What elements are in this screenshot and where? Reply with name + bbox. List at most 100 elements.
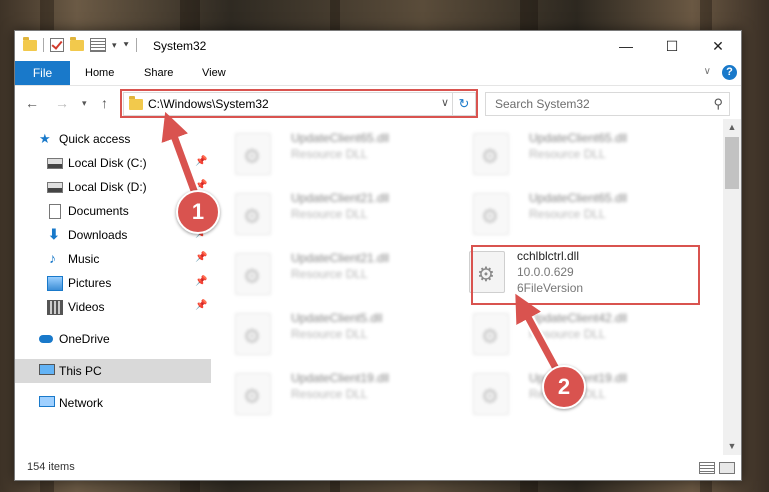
toolbar-divider — [135, 38, 137, 52]
dll-file-icon: ⚙ — [235, 253, 271, 295]
forward-arrow-icon[interactable]: → — [55, 95, 69, 111]
pin-icon[interactable]: 📌 — [195, 252, 207, 263]
sidebar-item-music[interactable]: ♪ Music 📌 — [15, 247, 211, 271]
tab-share[interactable]: Share — [144, 61, 173, 85]
file-name: UpdateClient65.dll — [291, 131, 390, 145]
file-item[interactable]: ⚙ UpdateClient5.dll Resource DLL — [219, 307, 439, 361]
sidebar-item-label: Local Disk (C:) — [68, 156, 147, 170]
disk-icon — [47, 182, 63, 193]
toolbar-divider — [43, 38, 44, 52]
search-box[interactable]: Search System32 ⚲ — [485, 92, 730, 116]
cloud-icon — [39, 335, 53, 343]
scroll-down-icon[interactable]: ▼ — [723, 438, 741, 455]
close-icon: ✕ — [712, 38, 724, 54]
vertical-scrollbar[interactable]: ▲ ▼ — [723, 119, 741, 455]
file-item[interactable]: ⚙ UpdateClient19.dll Resource DLL — [219, 367, 439, 421]
picture-icon — [47, 276, 63, 291]
maximize-icon: ☐ — [665, 38, 679, 54]
new-folder-icon[interactable] — [70, 36, 84, 51]
file-description: Resource DLL — [291, 147, 368, 161]
tab-home[interactable]: Home — [85, 61, 114, 85]
close-button[interactable]: ✕ — [695, 31, 741, 61]
file-name: UpdateClient21.dll — [291, 251, 390, 265]
details-view-icon[interactable] — [699, 462, 715, 474]
download-icon: ⬇ — [48, 226, 60, 242]
gear-icon: ⚙ — [243, 326, 261, 348]
customize-toolbar-icon[interactable]: ⯆ — [123, 40, 130, 51]
file-description: Resource DLL — [291, 267, 368, 281]
up-arrow-icon[interactable]: ↑ — [101, 95, 108, 111]
tab-file[interactable]: File — [15, 61, 70, 85]
sidebar-item-onedrive[interactable]: OneDrive — [15, 327, 211, 351]
sidebar-item-network[interactable]: Network — [15, 391, 211, 415]
folder-icon — [23, 36, 37, 51]
dll-file-icon: ⚙ — [473, 193, 509, 235]
sidebar-item-videos[interactable]: Videos 📌 — [15, 295, 211, 319]
ribbon-tabs: File Home Share View ∨ ? — [15, 61, 741, 86]
dll-file-icon: ⚙ — [473, 133, 509, 175]
gear-icon: ⚙ — [243, 146, 261, 168]
gear-icon: ⚙ — [243, 266, 261, 288]
music-icon: ♪ — [49, 250, 56, 266]
sidebar-item-this-pc[interactable]: This PC — [15, 359, 211, 383]
scroll-up-icon[interactable]: ▲ — [723, 119, 741, 136]
maximize-button[interactable]: ☐ — [649, 31, 695, 61]
chevron-down-icon[interactable]: ▾ — [112, 40, 117, 51]
dll-file-icon: ⚙ — [235, 193, 271, 235]
sidebar-item-pictures[interactable]: Pictures 📌 — [15, 271, 211, 295]
properties-icon[interactable] — [90, 38, 106, 52]
dll-file-icon: ⚙ — [473, 313, 509, 355]
network-icon — [39, 396, 55, 407]
recent-locations-icon[interactable]: ▾ — [82, 98, 87, 109]
pin-icon[interactable]: 📌 — [195, 276, 207, 287]
document-icon — [49, 204, 61, 219]
tab-view[interactable]: View — [202, 61, 226, 85]
file-name: UpdateClient21.dll — [291, 191, 390, 205]
file-description: Resource DLL — [529, 207, 606, 221]
file-description: Resource DLL — [529, 147, 606, 161]
file-name: UpdateClient42.dll — [529, 311, 628, 325]
file-name: UpdateClient65.dll — [529, 191, 628, 205]
scrollbar-thumb[interactable] — [725, 137, 739, 189]
sidebar-item-quick-access[interactable]: ★ Quick access — [15, 127, 211, 151]
file-list: ⚙ UpdateClient65.dll Resource DLL ⚙ Upda… — [211, 119, 723, 455]
item-count: 154 items — [27, 461, 75, 473]
gear-icon: ⚙ — [481, 146, 499, 168]
file-item[interactable]: ⚙ UpdateClient21.dll Resource DLL — [219, 187, 439, 241]
callout-step-2: 2 — [542, 365, 586, 409]
computer-icon — [39, 364, 55, 375]
minimize-button[interactable]: — — [603, 31, 649, 61]
file-name: UpdateClient65.dll — [529, 131, 628, 145]
pin-icon[interactable]: 📌 — [195, 156, 207, 167]
file-item[interactable]: ⚙ UpdateClient21.dll Resource DLL — [219, 247, 439, 301]
address-highlight-box — [120, 89, 478, 118]
navigation-bar: ← → ▾ ↑ C:\Windows\System32 ∨ ↻ Search S… — [15, 86, 741, 120]
file-item[interactable]: ⚙ UpdateClient65.dll Resource DLL — [219, 127, 439, 181]
gear-icon: ⚙ — [243, 386, 261, 408]
file-description: Resource DLL — [291, 387, 368, 401]
sidebar-item-label: Documents — [68, 204, 129, 218]
gear-icon: ⚙ — [243, 206, 261, 228]
large-icons-view-icon[interactable] — [719, 462, 735, 474]
back-arrow-icon[interactable]: ← — [25, 95, 39, 111]
pin-icon[interactable]: 📌 — [195, 300, 207, 311]
sidebar-item-label: Local Disk (D:) — [68, 180, 147, 194]
sidebar-item-label: This PC — [59, 364, 102, 378]
callout-step-1: 1 — [176, 190, 220, 234]
help-button[interactable]: ? — [722, 65, 737, 80]
dll-file-icon: ⚙ — [235, 133, 271, 175]
file-item[interactable]: ⚙ UpdateClient42.dll Resource DLL — [457, 307, 677, 361]
file-item[interactable]: ⚙ UpdateClient65.dll Resource DLL — [457, 187, 677, 241]
file-name: UpdateClient19.dll — [291, 371, 390, 385]
navigation-pane: ★ Quick access Local Disk (C:) 📌 Local D… — [15, 119, 211, 455]
sidebar-item-local-disk-c[interactable]: Local Disk (C:) 📌 — [15, 151, 211, 175]
sidebar-item-label: Downloads — [68, 228, 128, 242]
status-bar: 154 items — [15, 455, 741, 480]
properties-check-icon[interactable] — [50, 38, 64, 52]
sidebar-item-label: Music — [68, 252, 100, 266]
file-item[interactable]: ⚙ UpdateClient65.dll Resource DLL — [457, 127, 677, 181]
gear-icon: ⚙ — [481, 206, 499, 228]
file-description: Resource DLL — [529, 327, 606, 341]
file-name: UpdateClient5.dll — [291, 311, 383, 325]
expand-ribbon-icon[interactable]: ∨ — [704, 66, 711, 77]
